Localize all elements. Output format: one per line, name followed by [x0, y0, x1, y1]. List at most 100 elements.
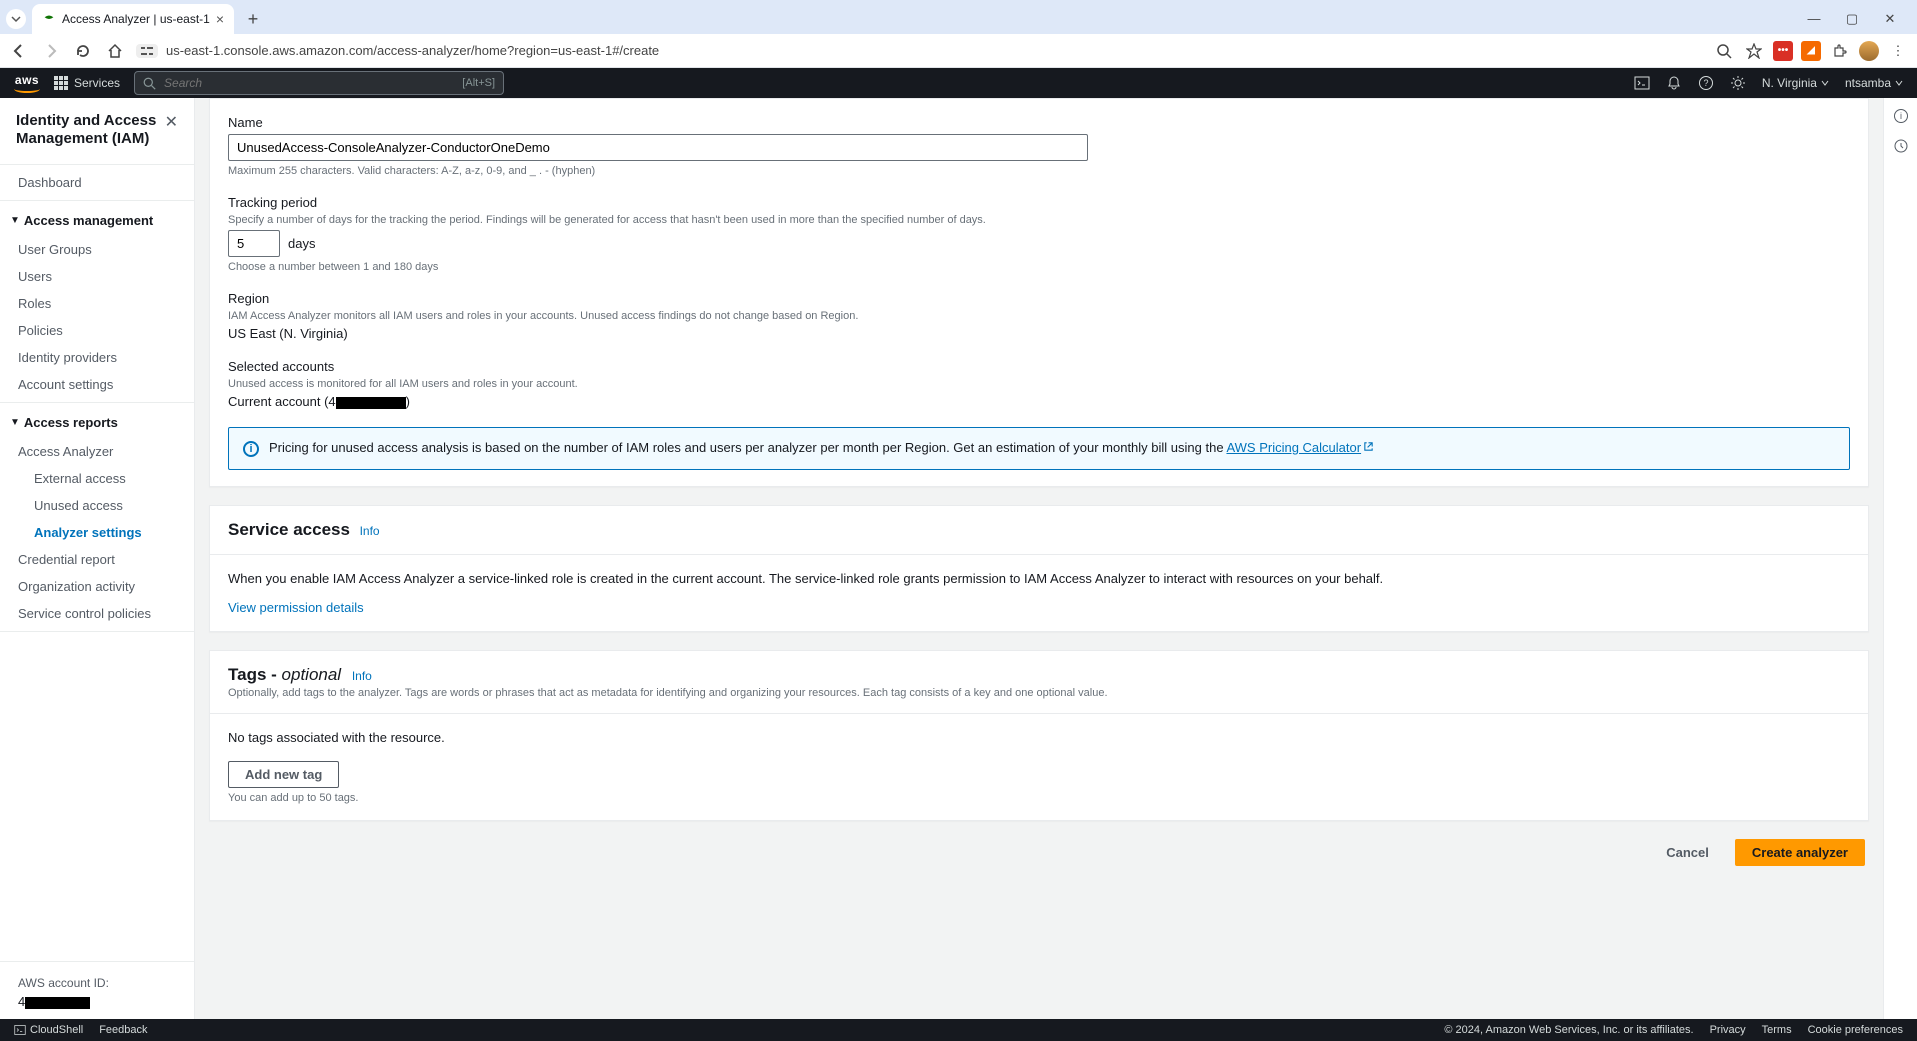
- selected-value: Current account (4x): [228, 394, 1850, 409]
- sidebar-item-identity-providers[interactable]: Identity providers: [0, 344, 194, 371]
- minimize-icon[interactable]: —: [1805, 11, 1823, 27]
- maximize-icon[interactable]: ▢: [1843, 11, 1861, 27]
- extension-2-icon[interactable]: ◢: [1801, 41, 1821, 61]
- settings-icon[interactable]: [1730, 75, 1746, 91]
- tracking-input[interactable]: [228, 230, 280, 257]
- sidebar-item-policies[interactable]: Policies: [0, 317, 194, 344]
- sidebar-group-access-reports[interactable]: ▼ Access reports: [0, 407, 194, 438]
- pricing-text: Pricing for unused access analysis is ba…: [269, 440, 1374, 455]
- services-label: Services: [74, 76, 120, 90]
- region-group: Region IAM Access Analyzer monitors all …: [228, 291, 1850, 341]
- region-label: N. Virginia: [1762, 76, 1817, 90]
- sidebar-item-users[interactable]: Users: [0, 263, 194, 290]
- url-text: us-east-1.console.aws.amazon.com/access-…: [166, 43, 659, 58]
- info-icon: i: [243, 441, 259, 457]
- help-icon[interactable]: ?: [1698, 75, 1714, 91]
- cloudshell-icon[interactable]: [1634, 75, 1650, 91]
- notifications-icon[interactable]: [1666, 75, 1682, 91]
- tags-limit: You can add up to 50 tags.: [228, 792, 1850, 804]
- url-bar[interactable]: us-east-1.console.aws.amazon.com/access-…: [136, 43, 1703, 58]
- rail-history-icon[interactable]: [1893, 138, 1909, 154]
- pricing-calculator-link[interactable]: AWS Pricing Calculator: [1226, 440, 1374, 455]
- view-permission-details-link[interactable]: View permission details: [228, 600, 364, 615]
- new-tab-button[interactable]: +: [240, 6, 266, 32]
- footer-terms[interactable]: Terms: [1762, 1024, 1792, 1036]
- service-access-panel: Service access Info When you enable IAM …: [209, 505, 1869, 632]
- tracking-desc: Specify a number of days for the trackin…: [228, 214, 1850, 226]
- right-help-rail: i: [1883, 98, 1917, 1019]
- sidebar-item-user-groups[interactable]: User Groups: [0, 236, 194, 263]
- sidebar-collapse-button[interactable]: ✕: [165, 112, 178, 132]
- region-selector[interactable]: N. Virginia: [1762, 76, 1829, 90]
- sidebar-item-dashboard[interactable]: Dashboard: [0, 169, 194, 196]
- footer-cookie[interactable]: Cookie preferences: [1808, 1024, 1903, 1036]
- region-label: Region: [228, 291, 1850, 306]
- selected-label: Selected accounts: [228, 359, 1850, 374]
- user-label: ntsamba: [1845, 76, 1891, 90]
- search-input[interactable]: [164, 76, 454, 90]
- sidebar-account-info: AWS account ID: 4x: [0, 966, 194, 1019]
- sidebar-group-access-management[interactable]: ▼ Access management: [0, 205, 194, 236]
- sidebar-item-account-settings[interactable]: Account settings: [0, 371, 194, 398]
- bookmark-icon[interactable]: [1743, 40, 1765, 62]
- rail-info-icon[interactable]: i: [1893, 108, 1909, 124]
- action-row: Cancel Create analyzer: [209, 839, 1869, 876]
- tracking-label: Tracking period: [228, 195, 1850, 210]
- close-tab-icon[interactable]: ×: [216, 11, 224, 27]
- browser-menu-icon[interactable]: ⋮: [1887, 40, 1909, 62]
- footer-feedback[interactable]: Feedback: [99, 1024, 147, 1036]
- tags-info-link[interactable]: Info: [352, 669, 372, 683]
- footer-cloudshell[interactable]: CloudShell: [14, 1024, 83, 1036]
- site-settings-icon[interactable]: [136, 44, 158, 58]
- create-analyzer-button[interactable]: Create analyzer: [1735, 839, 1865, 866]
- name-help: Maximum 255 characters. Valid characters…: [228, 165, 1850, 177]
- tags-empty-text: No tags associated with the resource.: [228, 730, 1850, 745]
- nav-home-button[interactable]: [104, 40, 126, 62]
- sidebar-item-roles[interactable]: Roles: [0, 290, 194, 317]
- zoom-icon[interactable]: [1713, 40, 1735, 62]
- sidebar-subitem-external-access[interactable]: External access: [0, 465, 194, 492]
- browser-chrome: Access Analyzer | us-east-1 × + — ▢ ✕ us…: [0, 0, 1917, 68]
- caret-down-icon: ▼: [10, 417, 20, 428]
- extensions-icon[interactable]: [1829, 40, 1851, 62]
- toolbar-icons: ••• ◢ ⋮: [1713, 40, 1909, 62]
- profile-avatar[interactable]: [1859, 41, 1879, 61]
- sidebar-subitem-analyzer-settings[interactable]: Analyzer settings: [0, 519, 194, 546]
- cancel-button[interactable]: Cancel: [1650, 839, 1725, 866]
- browser-tab-active[interactable]: Access Analyzer | us-east-1 ×: [32, 4, 234, 34]
- nav-forward-button[interactable]: [40, 40, 62, 62]
- chevron-down-icon: [1895, 79, 1903, 87]
- chevron-down-icon: [1821, 79, 1829, 87]
- sidebar-item-scp[interactable]: Service control policies: [0, 600, 194, 627]
- selected-desc: Unused access is monitored for all IAM u…: [228, 378, 1850, 390]
- nav-search[interactable]: [Alt+S]: [134, 71, 504, 95]
- sidebar-subitem-unused-access[interactable]: Unused access: [0, 492, 194, 519]
- svg-text:?: ?: [1703, 78, 1708, 88]
- tab-list-dropdown[interactable]: [6, 9, 26, 29]
- pricing-info-banner: i Pricing for unused access analysis is …: [228, 427, 1850, 470]
- chevron-down-icon: [11, 14, 21, 24]
- service-access-info-link[interactable]: Info: [360, 524, 380, 538]
- grid-icon: [54, 76, 68, 90]
- search-shortcut: [Alt+S]: [462, 77, 495, 89]
- window-controls: — ▢ ✕: [1805, 11, 1911, 27]
- add-new-tag-button[interactable]: Add new tag: [228, 761, 339, 788]
- services-menu[interactable]: Services: [54, 76, 120, 90]
- user-menu[interactable]: ntsamba: [1845, 76, 1903, 90]
- search-icon: [143, 77, 156, 90]
- nav-reload-button[interactable]: [72, 40, 94, 62]
- footer-privacy[interactable]: Privacy: [1710, 1024, 1746, 1036]
- tags-desc: Optionally, add tags to the analyzer. Ta…: [228, 687, 1850, 699]
- tracking-unit: days: [288, 236, 315, 251]
- sidebar-item-credential-report[interactable]: Credential report: [0, 546, 194, 573]
- tracking-period-group: Tracking period Specify a number of days…: [228, 195, 1850, 273]
- nav-back-button[interactable]: [8, 40, 30, 62]
- aws-logo[interactable]: aws: [14, 73, 40, 93]
- cloudshell-icon: [14, 1024, 26, 1036]
- sidebar-item-organization-activity[interactable]: Organization activity: [0, 573, 194, 600]
- close-window-icon[interactable]: ✕: [1881, 11, 1899, 27]
- sidebar-item-access-analyzer[interactable]: Access Analyzer: [0, 438, 194, 465]
- sidebar-title: Identity and Access Management (IAM): [16, 112, 165, 148]
- extension-1-icon[interactable]: •••: [1773, 41, 1793, 61]
- name-input[interactable]: [228, 134, 1088, 161]
